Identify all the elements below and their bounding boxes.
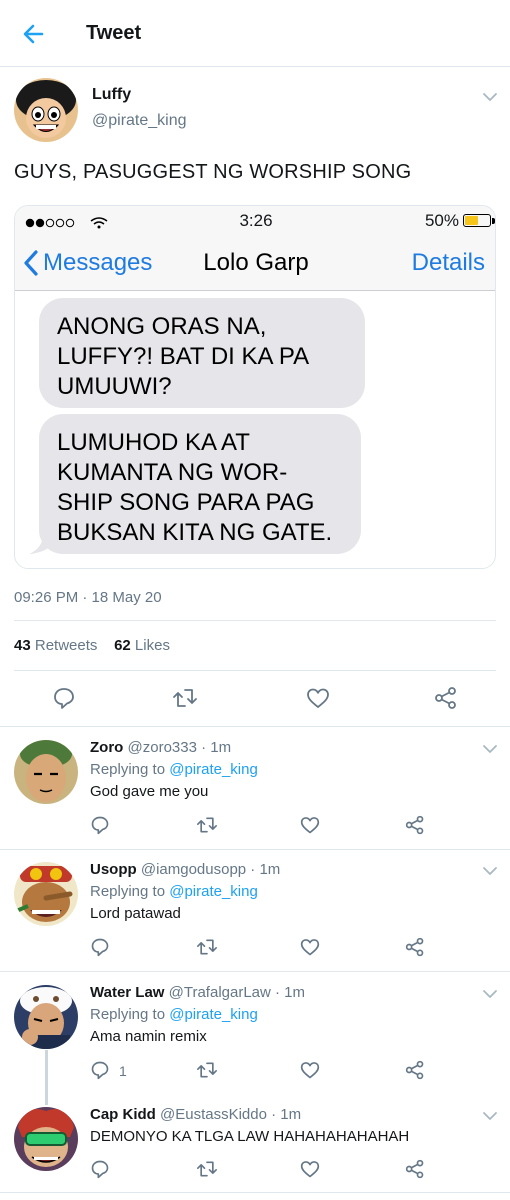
tweet-timestamp: 09:26 PM · 18 May 20 xyxy=(14,589,162,606)
reply-icon[interactable] xyxy=(90,1060,110,1085)
divider xyxy=(0,1192,510,1193)
mention-link[interactable]: @pirate_king xyxy=(169,761,258,778)
back-arrow-icon[interactable] xyxy=(20,20,48,48)
reply-handle-time[interactable]: @TrafalgarLaw · 1m xyxy=(169,984,305,1001)
retweet-icon[interactable] xyxy=(196,815,218,840)
reply-icon[interactable] xyxy=(90,937,110,962)
chevron-down-icon[interactable] xyxy=(482,1108,498,1124)
battery-icon xyxy=(463,214,491,227)
divider xyxy=(0,971,510,972)
author-name[interactable]: Luffy xyxy=(92,86,131,104)
reply-icon[interactable] xyxy=(52,686,76,715)
reply-text: Ama namin remix xyxy=(90,1028,207,1045)
reply-header: Zoro @zoro333 · 1m xyxy=(90,739,231,756)
mention-link[interactable]: @pirate_king xyxy=(169,1006,258,1023)
like-heart-icon[interactable] xyxy=(300,937,320,962)
reply-handle-time[interactable]: @EustassKiddo · 1m xyxy=(160,1106,301,1123)
chevron-down-icon[interactable] xyxy=(482,89,498,105)
thread-connector-line xyxy=(45,1050,48,1105)
avatar[interactable] xyxy=(14,862,78,926)
reply-icon[interactable] xyxy=(90,815,110,840)
avatar[interactable] xyxy=(14,740,78,804)
reply-header: Water Law @TrafalgarLaw · 1m xyxy=(90,984,305,1001)
reply-icon[interactable] xyxy=(90,1159,110,1184)
reply-author-name[interactable]: Usopp xyxy=(90,861,137,878)
battery-tip xyxy=(492,218,495,224)
reply-text: DEMONYO KA TLGA LAW HAHAHAHAHAHAH xyxy=(90,1128,410,1145)
retweet-count[interactable]: 43 Retweets xyxy=(14,637,97,654)
like-heart-icon[interactable] xyxy=(300,1159,320,1184)
like-heart-icon[interactable] xyxy=(300,1060,320,1085)
reply-author-name[interactable]: Water Law xyxy=(90,984,164,1001)
like-count[interactable]: 62 Likes xyxy=(114,637,170,654)
reply-header: Cap Kidd @EustassKiddo · 1m xyxy=(90,1106,301,1123)
share-icon[interactable] xyxy=(405,1159,425,1184)
divider xyxy=(0,726,510,727)
ios-status-bar: 3:26 50% xyxy=(15,206,495,236)
share-icon[interactable] xyxy=(434,686,458,715)
battery-level xyxy=(465,216,478,225)
replying-to: Replying to @pirate_king xyxy=(90,761,258,778)
avatar[interactable] xyxy=(14,78,78,142)
messages-nav-bar: Messages Lolo Garp Details xyxy=(15,236,495,291)
reply-handle-time[interactable]: @iamgodusopp · 1m xyxy=(141,861,280,878)
like-heart-icon[interactable] xyxy=(306,686,330,715)
reply-text: Lord patawad xyxy=(90,905,181,922)
retweet-icon[interactable] xyxy=(196,1060,218,1085)
message-bubble: LUMUHOD KA AT KUMANTA NG WOR- SHIP SONG … xyxy=(39,414,361,554)
reply-text: God gave me you xyxy=(90,783,209,800)
reply-author-name[interactable]: Zoro xyxy=(90,739,123,756)
page-title: Tweet xyxy=(86,22,142,44)
chevron-down-icon[interactable] xyxy=(482,863,498,879)
reply-handle-time[interactable]: @zoro333 · 1m xyxy=(128,739,232,756)
divider xyxy=(14,620,496,621)
ios-clock: 3:26 xyxy=(239,211,273,230)
retweet-icon[interactable] xyxy=(172,686,198,715)
like-heart-icon[interactable] xyxy=(300,815,320,840)
battery-percent: 50% xyxy=(424,211,459,230)
retweet-icon[interactable] xyxy=(196,937,218,962)
share-icon[interactable] xyxy=(405,815,425,840)
share-icon[interactable] xyxy=(405,937,425,962)
tweet-text: GUYS, PASUGGEST NG WORSHIP SONG xyxy=(14,161,412,183)
avatar[interactable] xyxy=(14,985,78,1049)
tweet-media-image[interactable]: 3:26 50% Messages Lolo Garp Details ANON… xyxy=(14,205,496,569)
chevron-down-icon[interactable] xyxy=(482,741,498,757)
details-button[interactable]: Details xyxy=(412,249,485,277)
reply-author-name[interactable]: Cap Kidd xyxy=(90,1106,156,1123)
replying-to: Replying to @pirate_king xyxy=(90,883,258,900)
retweet-icon[interactable] xyxy=(196,1159,218,1184)
divider xyxy=(0,849,510,850)
avatar[interactable] xyxy=(14,1107,78,1171)
author-handle[interactable]: @pirate_king xyxy=(92,112,187,130)
chevron-down-icon[interactable] xyxy=(482,986,498,1002)
share-icon[interactable] xyxy=(405,1060,425,1085)
divider xyxy=(14,670,496,671)
replying-to: Replying to @pirate_king xyxy=(90,1006,258,1023)
reply-header: Usopp @iamgodusopp · 1m xyxy=(90,861,280,878)
tweet-stats: 43 Retweets 62 Likes xyxy=(14,637,170,654)
mention-link[interactable]: @pirate_king xyxy=(169,883,258,900)
bubble-tail xyxy=(29,534,59,561)
message-bubble: ANONG ORAS NA, LUFFY?! BAT DI KA PA UMUU… xyxy=(39,298,365,408)
reply-count: 1 xyxy=(119,1063,127,1079)
top-bar: Tweet xyxy=(0,0,510,67)
